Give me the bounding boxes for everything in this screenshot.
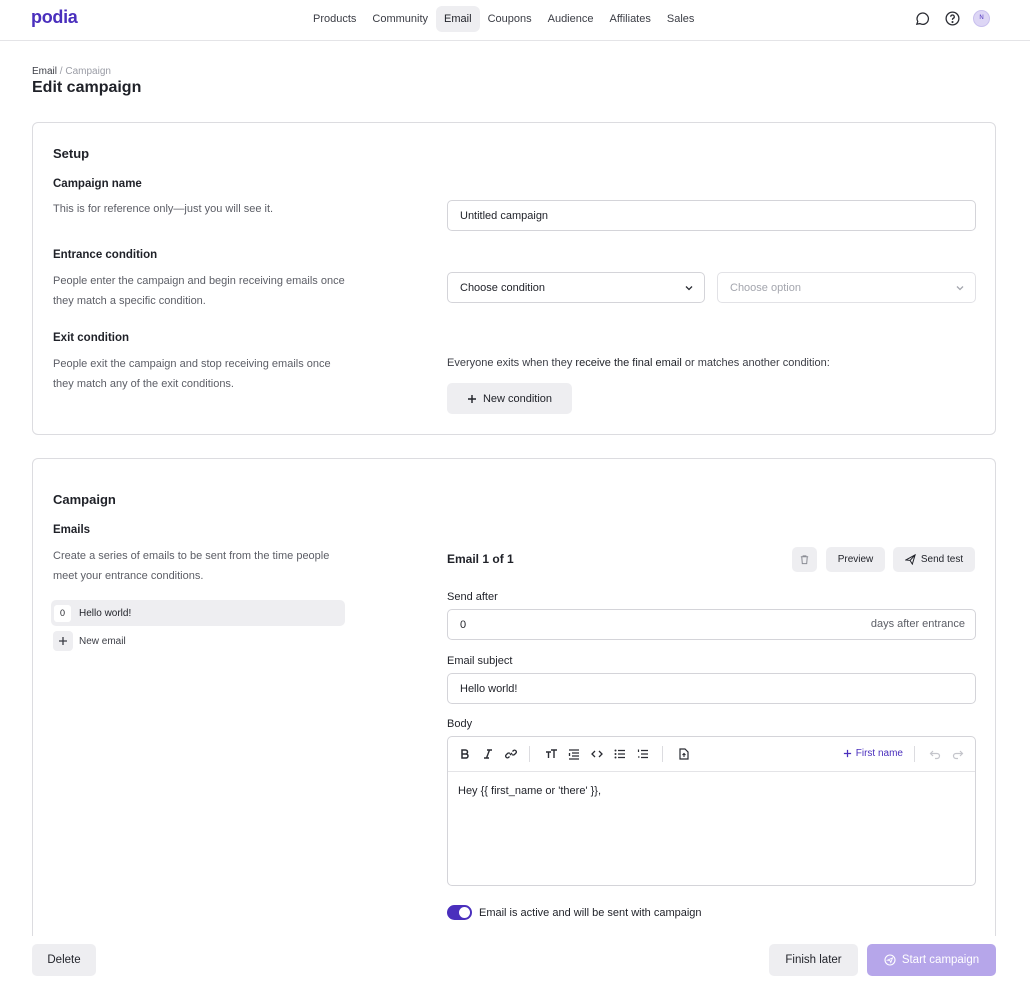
breadcrumb: Email / Campaign — [32, 66, 111, 77]
send-after-input[interactable]: 0 days after entrance — [447, 609, 976, 640]
bullet-list-icon[interactable] — [613, 747, 627, 761]
send-after-value: 0 — [460, 618, 467, 631]
page-title: Edit campaign — [32, 79, 142, 96]
help-circle-icon[interactable] — [943, 9, 961, 27]
exit-text-emphasis: receive the final email — [575, 357, 682, 369]
breadcrumb-separator: / — [59, 66, 63, 77]
breadcrumb-current: Campaign — [65, 66, 111, 77]
insert-first-name-button[interactable]: First name — [843, 748, 903, 759]
editor-toolbar: First name — [448, 737, 975, 772]
first-name-label: First name — [855, 748, 903, 759]
send-after-label: Send after — [447, 591, 498, 603]
entrance-condition-description: People enter the campaign and begin rece… — [53, 275, 345, 307]
delete-button[interactable]: Delete — [32, 944, 96, 976]
start-campaign-button[interactable]: Start campaign — [867, 944, 996, 976]
send-after-suffix: days after entrance — [870, 618, 965, 630]
toolbar-divider — [662, 746, 663, 762]
start-campaign-label: Start campaign — [901, 954, 980, 966]
email-subject-input[interactable]: Hello world! — [447, 673, 976, 704]
chat-bubble-icon[interactable] — [913, 9, 931, 27]
setup-card: Setup Campaign name This is for referenc… — [32, 122, 996, 435]
nav-icons: N — [913, 9, 990, 27]
email-subject-label: Email subject — [447, 655, 513, 667]
entrance-option-select[interactable]: Choose option — [717, 272, 976, 303]
toolbar-divider — [914, 746, 915, 762]
toolbar-divider — [529, 746, 530, 762]
plus-icon — [467, 394, 476, 403]
breadcrumb-email[interactable]: Email — [32, 66, 57, 77]
bold-icon[interactable] — [458, 747, 472, 761]
nav-item-email[interactable]: Email — [436, 6, 480, 32]
email-index-badge: 0 — [54, 604, 71, 622]
emails-label: Emails — [53, 524, 91, 536]
email-active-toggle[interactable] — [447, 905, 472, 920]
new-condition-label: New condition — [482, 392, 553, 405]
chevron-down-icon — [685, 286, 693, 291]
body-label: Body — [447, 718, 473, 730]
campaign-name-description: This is for reference only—just you will… — [53, 203, 274, 215]
italic-icon[interactable] — [481, 747, 495, 761]
emails-description: Create a series of emails to be sent fro… — [53, 550, 330, 582]
plus-icon — [843, 749, 851, 758]
campaign-name-label: Campaign name — [53, 178, 142, 190]
text-size-icon[interactable] — [544, 747, 558, 761]
nav-item-audience[interactable]: Audience — [540, 6, 602, 32]
nav-item-affiliates[interactable]: Affiliates — [601, 6, 658, 32]
email-active-label: Email is active and will be sent with ca… — [479, 906, 702, 919]
entrance-condition-label: Entrance condition — [53, 249, 158, 261]
new-email-label: New email — [79, 635, 126, 647]
preview-button[interactable]: Preview — [826, 547, 885, 572]
finish-later-button[interactable]: Finish later — [769, 944, 858, 976]
editor-body-text[interactable]: Hey {{ first_name or 'there' }}, — [458, 785, 601, 797]
campaign-name-input[interactable]: Untitled campaign — [447, 200, 976, 231]
nav-menu: Products Community Email Coupons Audienc… — [305, 6, 702, 32]
email-heading: Email 1 of 1 — [447, 552, 514, 566]
paper-plane-icon — [904, 554, 916, 565]
entrance-option-placeholder: Choose option — [730, 281, 801, 294]
code-icon[interactable] — [590, 747, 604, 761]
setup-title: Setup — [53, 146, 90, 161]
nav-item-sales[interactable]: Sales — [659, 6, 703, 32]
quote-block-icon[interactable] — [567, 747, 581, 761]
campaign-name-value: Untitled campaign — [460, 209, 549, 222]
list-item[interactable]: 0 Hello world! — [51, 600, 345, 626]
email-active-row: Email is active and will be sent with ca… — [447, 905, 702, 920]
exit-text-suffix: or matches another condition: — [684, 357, 830, 369]
campaign-title: Campaign — [53, 492, 116, 507]
numbered-list-icon[interactable] — [636, 747, 650, 761]
nav-item-community[interactable]: Community — [364, 6, 436, 32]
entrance-condition-select[interactable]: Choose condition — [447, 272, 705, 303]
email-list-label: Hello world! — [79, 607, 132, 619]
redo-icon[interactable] — [951, 747, 965, 761]
exit-condition-description: People exit the campaign and stop receiv… — [53, 358, 331, 390]
entrance-condition-value: Choose condition — [460, 281, 546, 294]
exit-text-prefix: Everyone exits when they — [447, 357, 573, 369]
email-subject-value: Hello world! — [460, 682, 518, 695]
top-nav: podia Products Community Email Coupons A… — [0, 0, 1030, 41]
send-test-button[interactable]: Send test — [893, 547, 975, 572]
new-email-button[interactable]: New email — [53, 631, 126, 651]
undo-icon[interactable] — [928, 747, 942, 761]
nav-item-products[interactable]: Products — [305, 6, 364, 32]
chevron-down-icon — [956, 286, 964, 291]
file-upload-icon[interactable] — [677, 747, 691, 761]
plus-icon — [53, 631, 73, 651]
avatar[interactable]: N — [973, 9, 990, 27]
exit-condition-label: Exit condition — [53, 332, 130, 344]
exit-condition-text: Everyone exits when they receive the fin… — [447, 357, 830, 369]
link-icon[interactable] — [504, 747, 518, 761]
trash-icon[interactable] — [792, 547, 817, 572]
body-editor[interactable]: First name Hey {{ first_name or 'there' … — [447, 736, 976, 886]
nav-item-coupons[interactable]: Coupons — [480, 6, 540, 32]
toggle-knob — [459, 907, 470, 918]
new-condition-button[interactable]: New condition — [447, 383, 572, 414]
send-test-label: Send test — [920, 554, 964, 565]
send-circle-icon — [884, 954, 896, 966]
podia-logo[interactable]: podia — [31, 7, 78, 28]
campaign-card: Campaign Emails Create a series of email… — [32, 458, 996, 978]
